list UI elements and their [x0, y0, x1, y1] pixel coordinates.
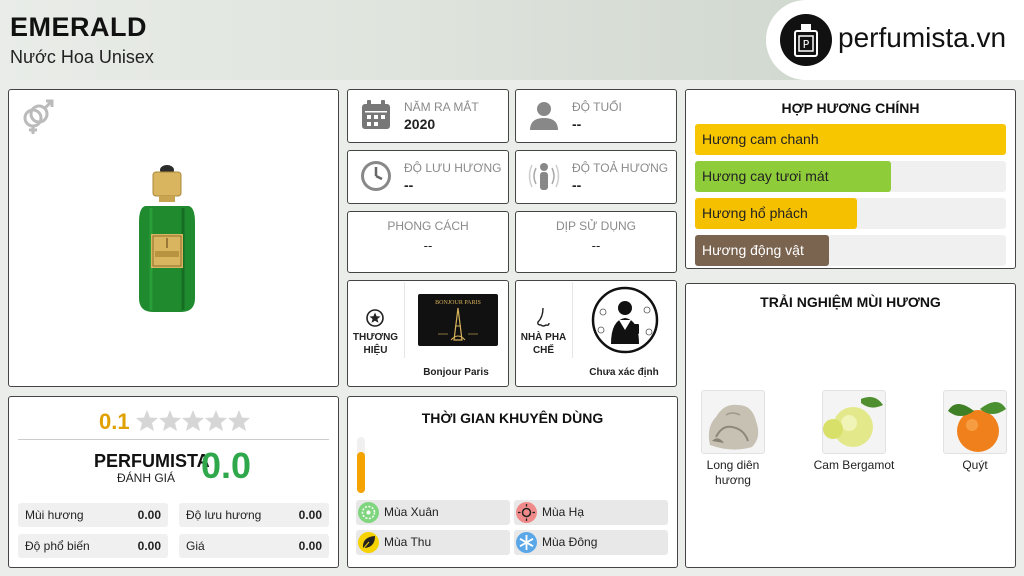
flower-icon — [358, 502, 379, 523]
nose-icon — [536, 307, 552, 334]
recommended-time-panel: THỜI GIAN KHUYÊN DÙNG Mùa Xuân Mùa Hạ Mù… — [347, 396, 678, 568]
eiffel-tower-icon — [438, 307, 478, 341]
accord-label: Hương cam chanh — [702, 131, 819, 147]
day-night-track — [357, 437, 365, 493]
svg-text:P: P — [803, 38, 810, 51]
day-night-fill — [357, 451, 365, 493]
accord-row: Hương động vật — [695, 235, 1006, 266]
note-name: Long diên hương — [706, 458, 760, 487]
star-icon — [182, 410, 204, 431]
scent-notes-panel: TRẢI NGHIỆM MÙI HƯƠNG Long diên hương Ca… — [685, 283, 1016, 568]
perfume-bottle-image — [135, 162, 199, 319]
accord-label: Hương động vật — [702, 242, 804, 258]
perfumer-card[interactable]: NHÀ PHA CHẾ Chưa xác định — [515, 280, 677, 387]
brand-side: THƯƠNG HIỆU — [348, 281, 403, 386]
recommended-time-title: THỜI GIAN KHUYÊN DÙNG — [421, 410, 604, 426]
main-accords-panel: HỢP HƯƠNG CHÍNH Hương cam chanh Hương cay… — [685, 89, 1016, 269]
brand-name: Bonjour Paris — [423, 367, 489, 378]
brand-side-label: THƯƠNG HIỆU — [352, 332, 399, 356]
sillage-value: -- — [572, 177, 582, 193]
star-icon — [136, 410, 158, 431]
perfumer-side-label: NHÀ PHA CHẾ — [520, 332, 567, 356]
note-name: Quýt — [962, 458, 988, 472]
occasion-value: -- — [591, 238, 601, 253]
brand-card[interactable]: THƯƠNG HIỆU BONJOUR PARIS Bonjour Paris — [347, 280, 509, 387]
user-score: 0.1 — [99, 409, 130, 434]
note-item[interactable]: Cam Bergamot — [809, 390, 899, 473]
page-subtitle: Nước Hoa Unisex — [10, 47, 154, 67]
sillage-card: ĐỘ TOẢ HƯƠNG -- — [515, 150, 677, 204]
occasion-card: DỊP SỬ DỤNG -- — [515, 211, 677, 273]
perfumer-name: Chưa xác định — [589, 367, 659, 378]
age-label: ĐỘ TUỔI — [572, 100, 622, 114]
accord-label: Hương cay tươi mát — [702, 168, 829, 184]
snowflake-icon — [516, 532, 537, 553]
divider — [18, 439, 329, 440]
rating-row-longevity: Độ lưu hương 0.00 — [179, 503, 329, 527]
accord-row: Hương hổ phách — [695, 198, 1006, 229]
brand-logo[interactable]: BONJOUR PARIS — [404, 282, 508, 358]
accord-row: Hương cam chanh — [695, 124, 1006, 155]
star-icon — [228, 410, 250, 431]
style-label: PHONG CÁCH — [387, 219, 469, 233]
rating-row-price: Giá 0.00 — [179, 534, 329, 558]
note-name: Cam Bergamot — [813, 458, 895, 472]
bergamot-icon — [822, 390, 886, 454]
launch-year-value: 2020 — [404, 116, 436, 132]
scent-notes-title: TRẢI NGHIỆM MÙI HƯƠNG — [760, 294, 941, 310]
main-accords-title: HỢP HƯƠNG CHÍNH — [781, 100, 920, 116]
perfume-bottle-icon: P — [780, 14, 832, 66]
perfumer-avatar[interactable] — [572, 282, 676, 358]
style-value: -- — [423, 238, 433, 253]
perfumista-brand-line: PERFUMISTA — [94, 451, 210, 471]
season-spring[interactable]: Mùa Xuân — [356, 500, 510, 525]
note-item[interactable]: Quýt — [930, 390, 1020, 473]
accord-label: Hương hổ phách — [702, 205, 808, 221]
star-icon — [205, 410, 227, 431]
ambergris-icon — [701, 390, 765, 454]
season-winter[interactable]: Mùa Đông — [514, 530, 668, 555]
rating-row-scent: Mùi hương 0.00 — [18, 503, 168, 527]
age-card: ĐỘ TUỔI -- — [515, 89, 677, 143]
person-icon — [528, 99, 560, 131]
style-card: PHONG CÁCH -- — [347, 211, 509, 273]
launch-year-card: NĂM RA MẮT 2020 — [347, 89, 509, 143]
leaf-icon — [358, 532, 379, 553]
perfumer-side: NHÀ PHA CHẾ — [516, 281, 571, 386]
rating-row-popularity: Độ phổ biến 0.00 — [18, 534, 168, 558]
header: EMERALD Nước Hoa Unisex P perfumista.vn — [0, 0, 1024, 80]
age-value: -- — [572, 116, 582, 132]
product-image-panel — [8, 89, 339, 387]
perfumista-review-line: ĐÁNH GIÁ — [117, 471, 176, 485]
logo[interactable]: P perfumista.vn — [766, 0, 1024, 80]
season-autumn[interactable]: Mùa Thu — [356, 530, 510, 555]
launch-year-label: NĂM RA MẮT — [404, 100, 479, 114]
perfumista-score: 0.0 — [201, 445, 252, 486]
note-item[interactable]: Long diên hương — [688, 390, 778, 488]
season-summer[interactable]: Mùa Hạ — [514, 500, 668, 525]
accord-row: Hương cay tươi mát — [695, 161, 1006, 192]
star-badge-icon — [366, 309, 384, 332]
longevity-value: -- — [404, 177, 414, 193]
longevity-card: ĐỘ LƯU HƯƠNG -- — [347, 150, 509, 204]
star-icon — [159, 410, 181, 431]
unisex-gender-icon — [19, 98, 55, 141]
longevity-label: ĐỘ LƯU HƯƠNG — [404, 161, 502, 175]
rating-panel: 0.1 PERFUMISTA ĐÁNH GIÁ 0.0 Mùi hương 0.… — [8, 396, 339, 568]
sillage-label: ĐỘ TOẢ HƯƠNG — [572, 161, 669, 175]
perfumer-silhouette-icon — [591, 286, 659, 354]
sillage-person-icon — [528, 160, 560, 192]
calendar-icon — [360, 99, 392, 131]
occasion-label: DỊP SỬ DỤNG — [555, 219, 637, 233]
star-rating[interactable] — [136, 409, 251, 438]
clock-icon — [360, 160, 392, 192]
page-title: EMERALD — [10, 12, 147, 42]
sun-icon — [516, 502, 537, 523]
logo-text: perfumista.vn — [838, 22, 1007, 53]
mandarin-icon — [943, 390, 1007, 454]
